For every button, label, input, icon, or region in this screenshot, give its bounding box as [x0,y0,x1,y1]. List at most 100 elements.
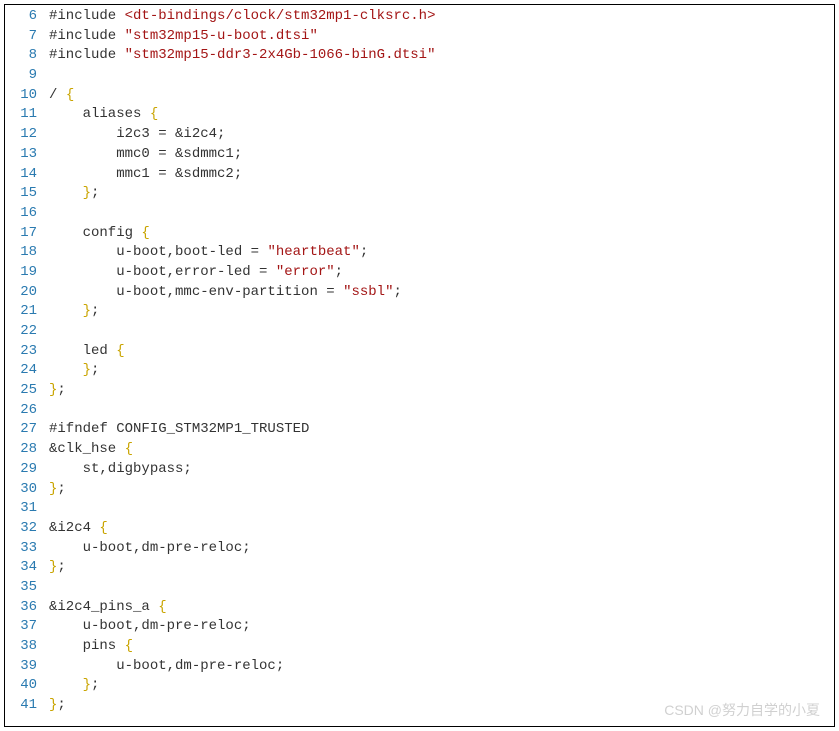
code-line: 20 u-boot,mmc-env-partition = "ssbl"; [5,283,834,303]
line-number: 41 [5,696,49,716]
line-number: 19 [5,263,49,283]
line-number: 37 [5,617,49,637]
code-line: 36&i2c4_pins_a { [5,598,834,618]
line-number: 25 [5,381,49,401]
line-number: 28 [5,440,49,460]
token: config [49,225,141,241]
token: #ifndef CONFIG_STM32MP1_TRUSTED [49,421,309,437]
code-line: 13 mmc0 = &sdmmc1; [5,145,834,165]
code-line: 32&i2c4 { [5,519,834,539]
token: "ssbl" [343,284,393,300]
line-number: 22 [5,322,49,342]
token: &i2c4_pins_a [49,599,158,615]
line-number: 6 [5,7,49,27]
token: { [141,225,149,241]
code-content: }; [49,184,99,204]
line-number: 13 [5,145,49,165]
code-area: 6#include <dt-bindings/clock/stm32mp1-cl… [5,5,834,716]
line-number: 30 [5,480,49,500]
token: } [83,303,91,319]
code-line: 15 }; [5,184,834,204]
code-content: }; [49,696,66,716]
code-content: u-boot,mmc-env-partition = "ssbl"; [49,283,402,303]
token: "error" [276,264,335,280]
code-content: mmc1 = &sdmmc2; [49,165,242,185]
line-number: 38 [5,637,49,657]
code-content: st,digbypass; [49,460,192,480]
token: { [150,106,158,122]
token: } [83,185,91,201]
token: ; [393,284,401,300]
code-line: 34}; [5,558,834,578]
code-content: }; [49,361,99,381]
line-number: 16 [5,204,49,224]
line-number: 32 [5,519,49,539]
code-line: 28&clk_hse { [5,440,834,460]
code-content: &i2c4_pins_a { [49,598,167,618]
token: led [49,343,116,359]
code-line: 10/ { [5,86,834,106]
token: u-boot,mmc-env-partition = [49,284,343,300]
code-line: 41}; [5,696,834,716]
token: st,digbypass; [49,461,192,477]
line-number: 31 [5,499,49,519]
token: #include [49,28,125,44]
token: #include [49,8,125,24]
code-line: 17 config { [5,224,834,244]
code-content: }; [49,302,99,322]
token: { [125,638,133,654]
code-content: #include "stm32mp15-u-boot.dtsi" [49,27,318,47]
token: &i2c4 [49,520,99,536]
token: u-boot,dm-pre-reloc; [49,658,284,674]
code-line: 18 u-boot,boot-led = "heartbeat"; [5,243,834,263]
token: ; [91,185,99,201]
token: i2c3 = &i2c4; [49,126,225,142]
token: { [116,343,124,359]
code-line: 23 led { [5,342,834,362]
line-number: 26 [5,401,49,421]
token: ; [57,697,65,713]
token: #include [49,47,125,63]
code-content: u-boot,dm-pre-reloc; [49,617,251,637]
token: u-boot,dm-pre-reloc; [49,618,251,634]
line-number: 11 [5,105,49,125]
code-line: 7#include "stm32mp15-u-boot.dtsi" [5,27,834,47]
code-line: 6#include <dt-bindings/clock/stm32mp1-cl… [5,7,834,27]
code-line: 31 [5,499,834,519]
line-number: 17 [5,224,49,244]
token: } [83,362,91,378]
code-line: 40 }; [5,676,834,696]
token: ; [335,264,343,280]
code-line: 8#include "stm32mp15-ddr3-2x4Gb-1066-bin… [5,46,834,66]
line-number: 7 [5,27,49,47]
token: u-boot,dm-pre-reloc; [49,540,251,556]
token: u-boot,error-led = [49,264,276,280]
token [49,362,83,378]
token: { [125,441,133,457]
code-content: led { [49,342,125,362]
code-content: #include "stm32mp15-ddr3-2x4Gb-1066-binG… [49,46,435,66]
code-content: }; [49,480,66,500]
line-number: 23 [5,342,49,362]
code-line: 39 u-boot,dm-pre-reloc; [5,657,834,677]
code-content: u-boot,dm-pre-reloc; [49,657,284,677]
line-number: 10 [5,86,49,106]
token: mmc0 = &sdmmc1; [49,146,242,162]
token: ; [57,481,65,497]
code-content: i2c3 = &i2c4; [49,125,225,145]
code-content: &clk_hse { [49,440,133,460]
code-line: 22 [5,322,834,342]
code-content: }; [49,676,99,696]
token: "heartbeat" [267,244,359,260]
line-number: 24 [5,361,49,381]
token [49,677,83,693]
token: "stm32mp15-u-boot.dtsi" [125,28,318,44]
token: u-boot,boot-led = [49,244,267,260]
line-number: 9 [5,66,49,86]
line-number: 20 [5,283,49,303]
code-content: mmc0 = &sdmmc1; [49,145,242,165]
code-content: }; [49,558,66,578]
code-line: 37 u-boot,dm-pre-reloc; [5,617,834,637]
code-line: 38 pins { [5,637,834,657]
line-number: 21 [5,302,49,322]
